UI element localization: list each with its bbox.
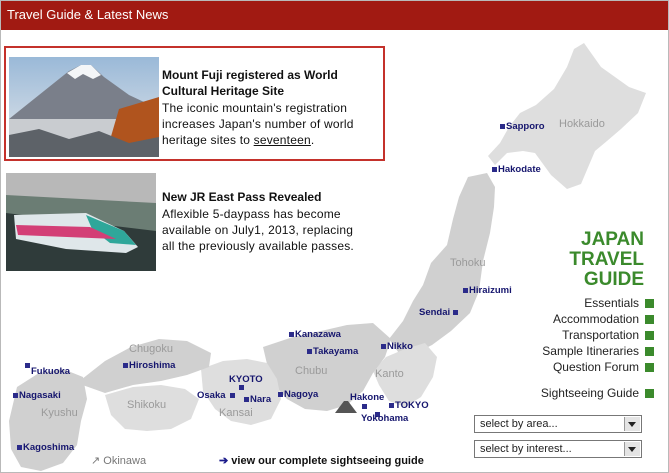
okinawa-link[interactable]: ↗ Okinawa [91,454,146,467]
news-item-jr-pass[interactable]: New JR East Pass Revealed Aflexible 5-da… [4,171,385,281]
city-dot [500,124,505,129]
news-item-fuji[interactable]: Mount Fuji registered as World Cultural … [4,46,385,161]
news-body-line: increases Japan's number of world [162,117,354,131]
city-dot [123,363,128,368]
city-hiroshima[interactable]: Hiroshima [129,360,175,371]
chevron-down-icon[interactable] [624,417,640,431]
seventeen-link[interactable]: seventeen [254,133,311,147]
city-dot [230,393,235,398]
city-kyoto[interactable]: KYOTO [229,374,263,385]
menu-essentials[interactable]: Essentials [584,296,654,310]
menu-accommodation[interactable]: Accommodation [553,312,654,326]
city-hiraizumi[interactable]: Hiraizumi [469,285,512,296]
city-dot [389,403,394,408]
city-fukuoka[interactable]: Fukuoka [31,366,70,377]
bullet-icon [645,347,654,356]
chevron-down-icon[interactable] [624,442,640,456]
region-kyushu[interactable]: Kyushu [41,407,78,419]
bullet-icon [645,331,654,340]
bullet-icon [645,389,654,398]
city-nagasaki[interactable]: Nagasaki [19,390,61,401]
city-dot [25,363,30,368]
news-title-line[interactable]: Mount Fuji registered as World [162,67,338,83]
city-sapporo[interactable]: Sapporo [506,121,545,132]
city-dot [492,167,497,172]
news-body-line: all the previously available passes. [162,239,354,253]
menu-sightseeing-guide[interactable]: Sightseeing Guide [541,386,654,400]
city-dot [244,397,249,402]
travel-guide-widget: Travel Guide & Latest News Hokkaido Toho… [0,0,669,473]
news-title-line[interactable]: Cultural Heritage Site [162,83,284,99]
city-tokyo[interactable]: TOKYO [395,400,429,411]
city-nagoya[interactable]: Nagoya [284,389,318,400]
news-body-line: heritage sites to seventeen. [162,133,315,147]
menu-transportation[interactable]: Transportation [562,328,654,342]
japan-travel-guide-logo: JAPAN TRAVEL GUIDE [569,229,644,290]
news-body-line: The iconic mountain's registration [162,101,348,115]
city-takayama[interactable]: Takayama [313,346,358,357]
city-dot [463,288,468,293]
header-bar: Travel Guide & Latest News [1,1,668,30]
bullet-icon [645,299,654,308]
mount-fuji-photo [9,57,159,157]
region-chugoku[interactable]: Chugoku [129,343,173,355]
bullet-icon [645,315,654,324]
bullet-icon [645,363,654,372]
region-kansai[interactable]: Kansai [219,407,253,419]
city-kanazawa[interactable]: Kanazawa [295,329,341,340]
city-hakodate[interactable]: Hakodate [498,164,541,175]
news-body-line: available on July1, 2013, replacing [162,223,354,237]
shinkansen-photo [6,173,156,271]
region-chubu[interactable]: Chubu [295,365,327,377]
city-dot [17,445,22,450]
region-tohoku[interactable]: Tohoku [450,257,485,269]
city-hakone[interactable]: Hakone [350,392,384,403]
city-dot [289,332,294,337]
menu-sample-itineraries[interactable]: Sample Itineraries [542,344,654,358]
city-dot [239,385,244,390]
arrow-icon: ↗ [91,455,104,467]
city-nikko[interactable]: Nikko [387,341,413,352]
city-kagoshima[interactable]: Kagoshima [23,442,74,453]
region-hokkaido[interactable]: Hokkaido [559,118,605,130]
city-dot [453,310,458,315]
news-title[interactable]: New JR East Pass Revealed [162,189,321,205]
city-yokohama[interactable]: Yokohama [361,413,408,424]
city-dot [381,344,386,349]
city-dot [307,349,312,354]
region-shikoku[interactable]: Shikoku [127,399,166,411]
city-dot [13,393,18,398]
city-dot [278,392,283,397]
news-body-line: Aflexible 5-daypass has become [162,207,341,221]
city-osaka[interactable]: Osaka [197,390,226,401]
select-by-interest[interactable]: select by interest... [474,440,642,458]
city-nara[interactable]: Nara [250,394,271,405]
city-sendai[interactable]: Sendai [419,307,450,318]
header-title: Travel Guide & Latest News [7,7,169,22]
select-by-area[interactable]: select by area... [474,415,642,433]
arrow-right-icon: ➔ [219,455,232,467]
region-kanto[interactable]: Kanto [375,368,404,380]
city-dot [362,404,367,409]
menu-question-forum[interactable]: Question Forum [553,360,654,374]
sightseeing-guide-link[interactable]: ➔ view our complete sightseeing guide [219,454,424,467]
